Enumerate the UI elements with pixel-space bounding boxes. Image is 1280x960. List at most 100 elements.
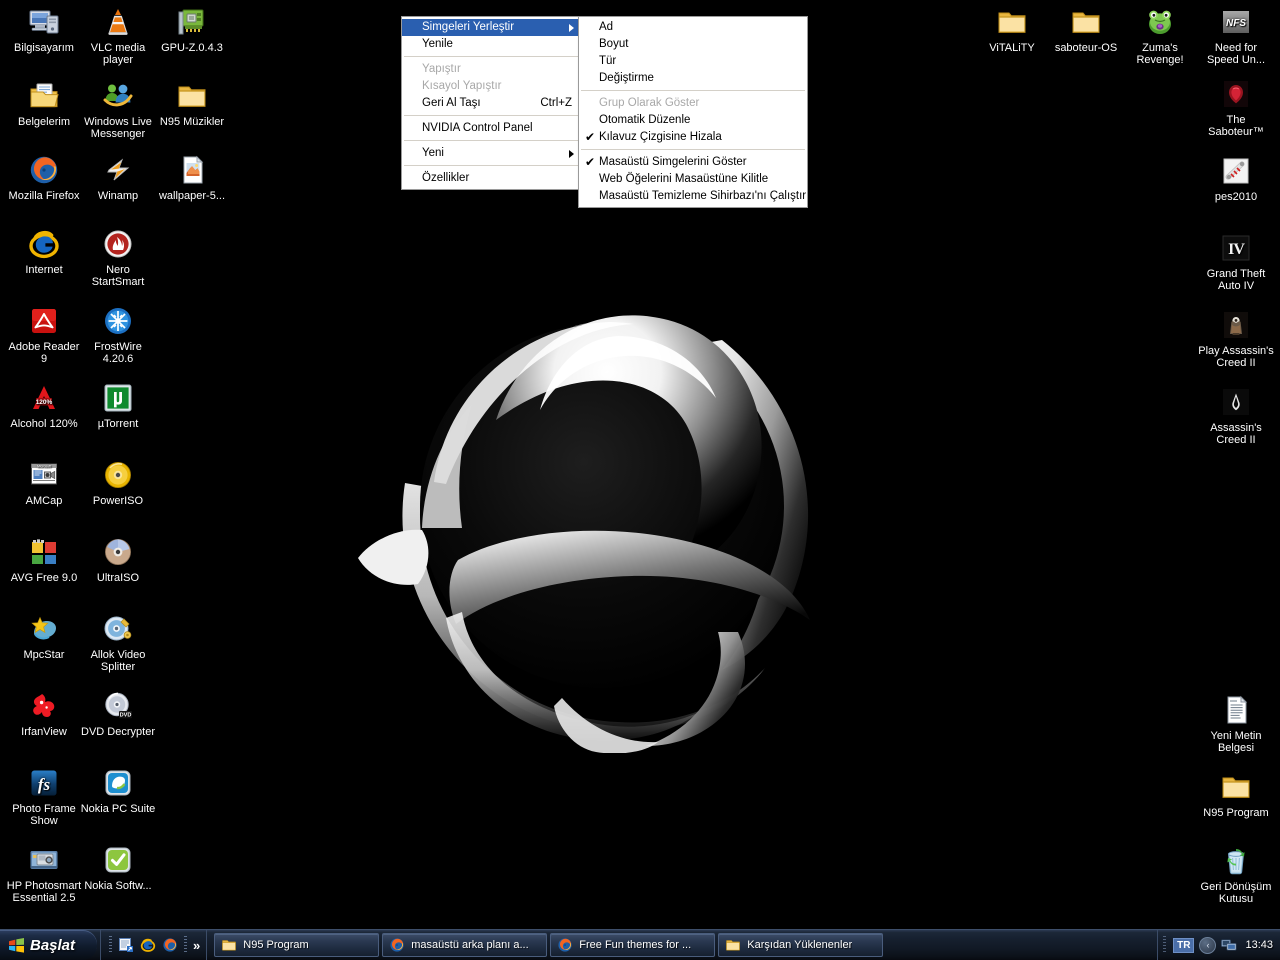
taskbar-button[interactable]: Free Fun themes for ... — [550, 933, 716, 957]
menu-item-label: Değiştirme — [599, 72, 654, 84]
abstract-sphere-wallpaper-art — [350, 228, 850, 753]
menu-item[interactable]: Ad — [579, 19, 807, 36]
desktop-icon-label: Bilgisayarım — [14, 42, 74, 54]
taskbar[interactable]: Başlat » N95 Program masaüstü arka planı… — [0, 929, 1280, 960]
menu-item-label: Kısayol Yapıştır — [422, 80, 502, 92]
menu-item-label: Yenile — [422, 38, 453, 50]
menu-item[interactable]: Geri Al Taşı Ctrl+Z — [402, 95, 580, 112]
desktop-context-menu[interactable]: Simgeleri Yerleştir Yenile Yapıştır Kısayol… — [401, 16, 581, 190]
desktop-icon[interactable]: Nokia Softw... — [80, 844, 156, 892]
desktop-icon[interactable]: IV Grand Theft Auto IV — [1198, 232, 1274, 292]
desktop-icon[interactable]: The Saboteur™ — [1198, 78, 1274, 138]
desktop-icon-label: FrostWire 4.20.6 — [94, 341, 142, 365]
firefox-icon — [557, 937, 573, 953]
menu-item[interactable]: Özellikler — [402, 170, 580, 187]
submenu-arrow-icon — [569, 150, 574, 158]
desktop-icon[interactable]: FrostWire 4.20.6 — [80, 305, 156, 365]
taskbar-clock[interactable]: 13:43 — [1242, 939, 1273, 951]
desktop-icon-label: Windows Live Messenger — [84, 116, 152, 140]
desktop-icon[interactable]: 120% Alcohol 120% — [6, 382, 82, 430]
menu-item[interactable]: Masaüstü Temizleme Sihirbazı'nı Çalıştır — [579, 188, 807, 205]
desktop-icon[interactable]: pes2010 — [1198, 155, 1274, 203]
desktop-icon-label: Grand Theft Auto IV — [1206, 268, 1266, 292]
desktop[interactable]: Bilgisayarım VLC media player GPU-Z.0.4.… — [0, 0, 1280, 960]
arrange-icons-submenu[interactable]: Ad Boyut Tür Değiştirme Grup Olarak Göster Ot… — [578, 16, 808, 208]
desktop-icon-label: Need for Speed Un... — [1206, 42, 1266, 66]
taskbar-button[interactable]: masaüstü arka planı a... — [382, 933, 548, 957]
alcohol120-icon: 120% — [28, 382, 60, 414]
gta-iv-icon: IV — [1220, 232, 1252, 264]
menu-item-label: Masaüstü Simgelerini Göster — [599, 156, 747, 168]
desktop-icon[interactable]: UltraISO — [80, 536, 156, 584]
desktop-icon[interactable]: VLC media player — [80, 6, 156, 66]
menu-item[interactable]: NVIDIA Control Panel — [402, 120, 580, 137]
tray-grip[interactable] — [1163, 936, 1167, 954]
quick-launch-grip-end[interactable] — [184, 936, 188, 954]
desktop-icon[interactable]: Microsoft AMCap — [6, 459, 82, 507]
taskbar-button[interactable]: Karşıdan Yüklenenler — [718, 933, 884, 957]
desktop-icon[interactable]: AVG Free 9.0 — [6, 536, 82, 584]
taskbar-button-label: Karşıdan Yüklenenler — [747, 939, 853, 951]
quick-launch-grip[interactable] — [109, 936, 113, 954]
desktop-icon[interactable]: Play Assassin's Creed II — [1198, 309, 1274, 369]
menu-item-label: Masaüstü Temizleme Sihirbazı'nı Çalıştır — [599, 190, 807, 202]
firefox-icon[interactable] — [162, 937, 178, 953]
start-button[interactable]: Başlat — [0, 930, 98, 960]
desktop-icon[interactable]: N95 Program — [1198, 771, 1274, 819]
desktop-icon[interactable]: Zuma's Revenge! — [1122, 6, 1198, 66]
desktop-icon[interactable]: HP Photosmart Essential 2.5 — [6, 844, 82, 904]
desktop-icon[interactable]: Allok Video Splitter — [80, 613, 156, 673]
desktop-icon[interactable]: MpcStar — [6, 613, 82, 661]
desktop-icon[interactable]: N95 Müzikler — [154, 80, 230, 128]
taskbar-button[interactable]: N95 Program — [214, 933, 380, 957]
menu-item[interactable]: Boyut — [579, 36, 807, 53]
desktop-icon[interactable]: ViTALiTY — [974, 6, 1050, 54]
my-documents-icon — [28, 80, 60, 112]
internet-explorer-icon[interactable] — [140, 937, 156, 953]
system-tray[interactable]: TR ‹ 13:43 — [1157, 930, 1280, 960]
desktop-icon[interactable]: Mozilla Firefox — [6, 154, 82, 202]
desktop-icon[interactable]: µTorrent — [80, 382, 156, 430]
hp-photosmart-icon — [28, 844, 60, 876]
menu-item[interactable]: Web Öğelerini Masaüstüne Kilitle — [579, 171, 807, 188]
desktop-icon[interactable]: Windows Live Messenger — [80, 80, 156, 140]
menu-item[interactable]: ✔ Kılavuz Çizgisine Hizala — [579, 129, 807, 146]
desktop-icon[interactable]: Adobe Reader 9 — [6, 305, 82, 365]
avg-icon — [28, 536, 60, 568]
menu-item[interactable]: ✔ Masaüstü Simgelerini Göster — [579, 154, 807, 171]
desktop-icon[interactable]: Internet — [6, 228, 82, 276]
tray-expand-chevron-icon[interactable]: ‹ — [1199, 936, 1217, 954]
language-indicator[interactable]: TR — [1173, 937, 1195, 953]
show-desktop-icon[interactable] — [118, 937, 134, 953]
desktop-icon[interactable]: Winamp — [80, 154, 156, 202]
desktop-icon[interactable]: Bilgisayarım — [6, 6, 82, 54]
desktop-icon[interactable]: Nokia PC Suite — [80, 767, 156, 815]
desktop-icon[interactable]: wallpaper-5... — [154, 154, 230, 202]
desktop-icon[interactable]: Assassin's Creed II — [1198, 386, 1274, 446]
desktop-icon[interactable]: DVD DVD Decrypter — [80, 690, 156, 738]
menu-item[interactable]: Yenile — [402, 36, 580, 53]
desktop-icon[interactable]: GPU-Z.0.4.3 — [154, 6, 230, 54]
desktop-icon[interactable]: PowerISO — [80, 459, 156, 507]
folder-icon — [725, 937, 741, 953]
quick-launch-more-chevron[interactable]: » — [193, 938, 200, 953]
desktop-icon[interactable]: fs Photo Frame Show — [6, 767, 82, 827]
desktop-icon[interactable]: NFS Need for Speed Un... — [1198, 6, 1274, 66]
network-connection-icon[interactable] — [1221, 937, 1237, 953]
menu-item: Kısayol Yapıştır — [402, 78, 580, 95]
desktop-icon[interactable]: Belgelerim — [6, 80, 82, 128]
desktop-icon[interactable]: Yeni Metin Belgesi — [1198, 694, 1274, 754]
desktop-icon[interactable]: Geri Dönüşüm Kutusu — [1198, 845, 1274, 905]
desktop-icon[interactable]: saboteur-OS — [1048, 6, 1124, 54]
taskbar-button-label: N95 Program — [243, 939, 309, 951]
menu-item[interactable]: Değiştirme — [579, 70, 807, 87]
menu-item[interactable]: Simgeleri Yerleştir — [402, 19, 580, 36]
menu-item-label: Ad — [599, 21, 614, 33]
quick-launch-bar[interactable]: » — [100, 930, 208, 960]
desktop-icon[interactable]: Nero StartSmart — [80, 228, 156, 288]
menu-item[interactable]: Otomatik Düzenle — [579, 112, 807, 129]
menu-item[interactable]: Yeni — [402, 145, 580, 162]
menu-item-shortcut: Ctrl+Z — [540, 97, 572, 109]
desktop-icon[interactable]: IrfanView — [6, 690, 82, 738]
menu-item[interactable]: Tür — [579, 53, 807, 70]
